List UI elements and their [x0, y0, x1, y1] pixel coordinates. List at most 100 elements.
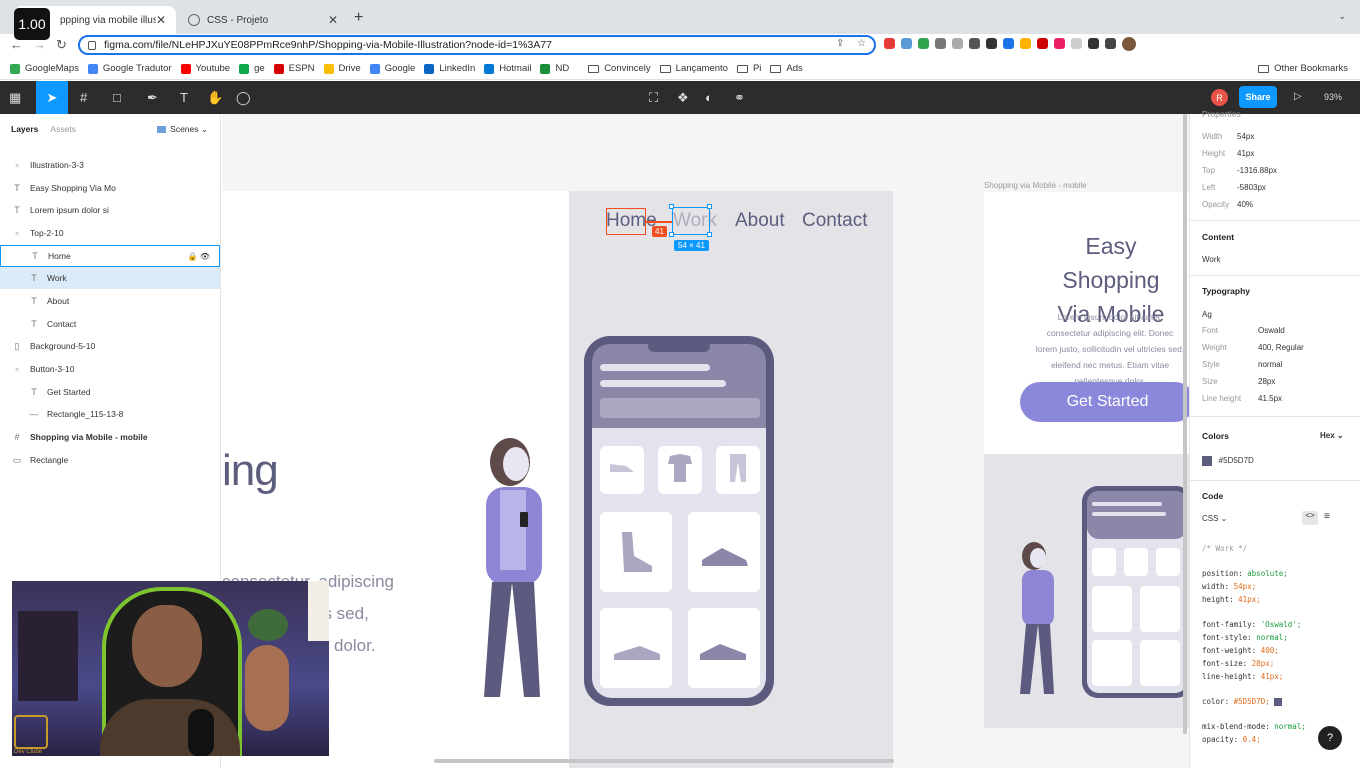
code-language-dropdown[interactable]: CSS ⌄ — [1202, 514, 1227, 523]
mobile-frame-label[interactable]: Shopping via Mobile - mobile — [984, 181, 1087, 190]
layer-row-lorem-ipsum-dolor-si[interactable]: T Lorem ipsum dolor si — [0, 199, 220, 221]
avatar[interactable]: R — [1211, 89, 1228, 106]
layer-row-get-started[interactable]: T Get Started — [0, 381, 220, 403]
bookmark-star-icon[interactable]: ☆ — [857, 38, 866, 49]
comment-tool-icon[interactable]: ◯ — [236, 90, 251, 106]
vertical-scrollbar[interactable] — [1183, 114, 1187, 734]
extension-icon[interactable] — [969, 38, 980, 49]
phone-illustration[interactable] — [470, 332, 800, 712]
zoom-level[interactable]: 93% — [1324, 92, 1342, 102]
reload-icon[interactable]: ↻ — [56, 37, 67, 53]
nav-contact[interactable]: Contact — [802, 210, 867, 232]
extension-icon[interactable] — [935, 38, 946, 49]
tab-layers[interactable]: Layers — [11, 124, 38, 134]
layer-row-rectangle-115-13-8[interactable]: — Rectangle_115-13-8 — [0, 403, 220, 425]
extension-icon[interactable] — [952, 38, 963, 49]
font-value[interactable]: Oswald — [1258, 326, 1285, 335]
crop-icon[interactable]: ⛶ — [649, 90, 658, 106]
help-button[interactable]: ? — [1318, 726, 1342, 750]
pen-tool-icon[interactable]: ✒ — [147, 90, 158, 106]
bookmark-youtube[interactable]: Youtube — [180, 63, 230, 74]
content-value[interactable]: Work — [1202, 255, 1221, 264]
bookmark-nd[interactable]: ND — [540, 63, 569, 74]
present-icon[interactable]: ▷ — [1294, 91, 1302, 102]
opacity-value[interactable]: 40% — [1237, 200, 1253, 209]
layer-row-work[interactable]: T Work — [0, 267, 220, 289]
layer-row-top-2-10[interactable]: ▫ Top-2-10 — [0, 222, 220, 244]
other-bookmarks[interactable]: Other Bookmarks — [1258, 63, 1348, 74]
left-value[interactable]: -5803px — [1237, 183, 1266, 192]
resize-handle[interactable] — [707, 232, 712, 237]
profile-avatar[interactable] — [1122, 37, 1136, 51]
hero-title-partial[interactable]: ing — [222, 446, 279, 496]
canvas[interactable]: Home Work About Contact 41 54 × 41 ing a… — [222, 114, 1189, 768]
share-button[interactable]: Share — [1239, 86, 1277, 108]
shape-tool-icon[interactable]: □ — [113, 90, 121, 105]
extension-icon[interactable] — [1105, 38, 1116, 49]
get-started-button[interactable]: Get Started — [1020, 382, 1189, 422]
component-icon[interactable]: ❖ — [677, 90, 689, 106]
frame-tool-icon[interactable]: # — [80, 90, 87, 105]
extension-icon[interactable] — [1020, 38, 1031, 49]
nav-about[interactable]: About — [735, 210, 785, 232]
bookmark-googlemaps[interactable]: GoogleMaps — [10, 63, 79, 74]
bookmark-hotmail[interactable]: Hotmail — [484, 63, 531, 74]
list-view-icon[interactable]: ≡ — [1324, 511, 1330, 522]
bookmark-pi[interactable]: Pi — [736, 63, 761, 74]
layer-row-home[interactable]: T Home 🔒 👁 — [0, 245, 220, 267]
extension-icon[interactable] — [901, 38, 912, 49]
mask-icon[interactable]: ◐ — [705, 90, 713, 105]
horizontal-scrollbar[interactable] — [434, 759, 894, 763]
selection-box[interactable] — [672, 207, 710, 235]
resize-handle[interactable] — [669, 204, 674, 209]
close-tab-icon[interactable]: ✕ — [156, 13, 166, 27]
extension-icon[interactable] — [884, 38, 895, 49]
bookmark-ge[interactable]: ge — [239, 63, 265, 74]
layer-row-shopping-via-mobile-mobile[interactable]: # Shopping via Mobile - mobile — [0, 426, 220, 448]
color-swatch-row[interactable]: #5D5D7D — [1202, 456, 1254, 466]
resize-handle[interactable] — [707, 204, 712, 209]
bookmark-linkedin[interactable]: LinkedIn — [424, 63, 475, 74]
bookmark-convincely[interactable]: Convincely — [588, 63, 651, 74]
extension-icon[interactable] — [1088, 38, 1099, 49]
link-icon[interactable]: ⚭ — [734, 90, 745, 106]
tab-search-icon[interactable]: ⌄ — [1338, 11, 1346, 22]
color-format-dropdown[interactable]: Hex ⌄ — [1320, 431, 1344, 440]
height-value[interactable]: 41px — [1237, 149, 1254, 158]
weight-value[interactable]: 400, Regular — [1258, 343, 1304, 352]
bookmark-espn[interactable]: ESPN — [273, 63, 315, 74]
extension-icon[interactable] — [1037, 38, 1048, 49]
extension-icon[interactable] — [1071, 38, 1082, 49]
layer-row-background-5-10[interactable]: ▯ Background-5-10 — [0, 335, 220, 357]
width-value[interactable]: 54px — [1237, 132, 1254, 141]
mobile-paragraph[interactable]: Lorem ipsum dolor sit amet, consectetur … — [1035, 309, 1185, 389]
mobile-illustration[interactable] — [1012, 482, 1187, 702]
size-value[interactable]: 28px — [1258, 377, 1275, 386]
resize-handle[interactable] — [669, 232, 674, 237]
new-tab-button[interactable]: + — [354, 9, 363, 27]
style-value[interactable]: normal — [1258, 360, 1282, 369]
layer-row-button-3-10[interactable]: ▫ Button-3-10 — [0, 358, 220, 380]
layer-row-rectangle[interactable]: ▭ Rectangle — [0, 449, 220, 471]
top-value[interactable]: -1316.88px — [1237, 166, 1277, 175]
layer-row-easy-shopping-via-mo[interactable]: T Easy Shopping Via Mo — [0, 177, 220, 199]
close-tab-icon[interactable]: ✕ — [328, 13, 338, 27]
layer-row-about[interactable]: T About — [0, 290, 220, 312]
move-tool-icon[interactable]: ➤ — [36, 81, 68, 114]
extension-icon[interactable] — [918, 38, 929, 49]
extension-icon[interactable] — [986, 38, 997, 49]
bookmark-drive[interactable]: Drive — [323, 63, 361, 74]
main-menu-icon[interactable]: ▦ — [9, 90, 21, 106]
share-page-icon[interactable]: ⇪ — [836, 38, 844, 49]
lock-visibility-icons[interactable]: 🔒 👁 — [188, 252, 210, 261]
extension-icon[interactable] — [1003, 38, 1014, 49]
tab-css-projeto[interactable]: CSS - Projeto ✕ — [178, 6, 348, 34]
address-bar[interactable]: figma.com/file/NLeHPJXuYE08PPmRce9nhP/Sh… — [78, 35, 876, 55]
text-tool-icon[interactable]: T — [180, 90, 188, 105]
bookmark-lan-amento[interactable]: Lançamento — [659, 63, 728, 74]
scenes-dropdown[interactable]: Scenes ⌄ — [157, 124, 208, 135]
bookmark-google-tradutor[interactable]: Google Tradutor — [87, 63, 172, 74]
extension-icon[interactable] — [1054, 38, 1065, 49]
code-view-icon[interactable]: <> — [1302, 511, 1318, 525]
tab-assets[interactable]: Assets — [50, 124, 76, 134]
